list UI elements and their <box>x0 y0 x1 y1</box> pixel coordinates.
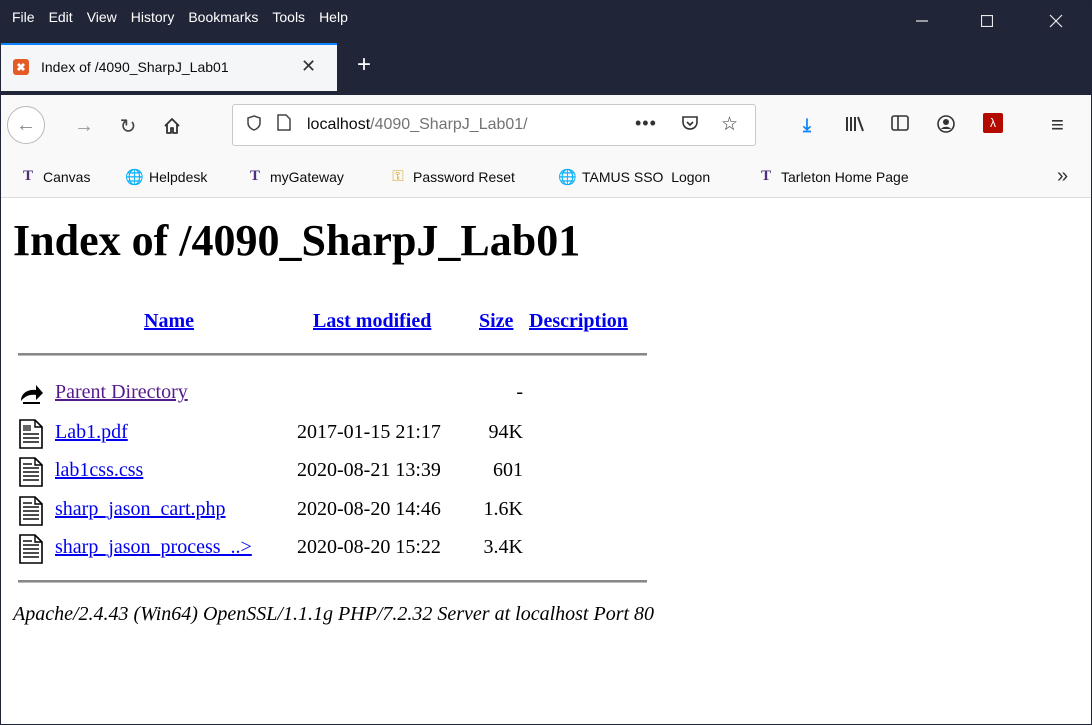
bookmark-label: Password Reset <box>413 168 515 185</box>
server-signature: Apache/2.4.43 (Win64) OpenSSL/1.1.1g PHP… <box>13 603 655 625</box>
menu-history[interactable]: History <box>124 9 182 25</box>
entry-link[interactable]: Lab1.pdf <box>55 421 128 444</box>
globe-icon: 🌐 <box>125 169 144 186</box>
bookmark-label: TAMUS SSO Logon <box>582 169 711 185</box>
column-header-last-modified[interactable]: Last modified <box>313 310 431 333</box>
menu-help[interactable]: Help <box>312 9 355 25</box>
bookmark-tamus-sso[interactable]: 🌐 TAMUS SSO Logon <box>558 168 710 186</box>
column-header-description[interactable]: Description <box>529 310 628 333</box>
tracking-protection-shield-icon[interactable] <box>247 115 261 136</box>
reload-icon: ↻ <box>119 115 137 138</box>
entry-size: 94K <box>488 421 523 443</box>
list-item: sharp_jason_cart.php 2020-08-20 14:46 1.… <box>1 493 701 529</box>
forward-button[interactable]: → <box>69 111 99 141</box>
maximize-icon <box>981 15 993 27</box>
bookmark-label: Canvas <box>43 168 91 185</box>
text-file-icon <box>19 496 43 526</box>
divider-bottom <box>18 580 647 583</box>
bookmark-password-reset[interactable]: ⚿ Password Reset <box>389 168 515 185</box>
back-arrow-icon: ← <box>16 113 36 136</box>
entry-date: 2020-08-20 14:46 <box>297 498 441 520</box>
new-tab-button[interactable]: + <box>357 51 371 79</box>
menu-tools[interactable]: Tools <box>265 9 312 25</box>
menu-bookmarks[interactable]: Bookmarks <box>181 9 265 25</box>
page-info-icon[interactable] <box>277 114 291 136</box>
entry-size: 3.4K <box>483 536 523 558</box>
url-bar[interactable]: localhost/4090_SharpJ_Lab01/ ••• ☆ <box>232 104 756 146</box>
tab-close-icon[interactable]: ✕ <box>301 56 316 77</box>
title-bar: File Edit View History Bookmarks Tools H… <box>1 1 1091 41</box>
bookmark-label: Helpdesk <box>149 169 208 185</box>
bookmarks-toolbar: T Canvas 🌐 Helpdesk T myGateway ⚿ Passwo… <box>1 157 1091 198</box>
forward-arrow-icon: → <box>74 114 94 137</box>
tab-active[interactable]: ✖ Index of /4090_SharpJ_Lab01 ✕ <box>1 43 337 91</box>
bookmark-tarleton-home[interactable]: T Tarleton Home Page <box>757 168 909 185</box>
maximize-button[interactable] <box>964 1 1010 41</box>
entry-link[interactable]: Parent Directory <box>55 381 188 404</box>
entry-link[interactable]: sharp_jason_process_..> <box>55 536 252 559</box>
back-arrow-icon <box>21 385 43 404</box>
list-item: Lab1.pdf 2017-01-15 21:17 94K <box>1 416 701 452</box>
tab-strip: ✖ Index of /4090_SharpJ_Lab01 ✕ + <box>1 41 1091 95</box>
divider-top <box>18 353 647 356</box>
home-icon <box>164 118 180 134</box>
bookmark-label: myGateway <box>270 168 344 185</box>
text-file-icon <box>19 457 43 487</box>
hamburger-menu-icon[interactable]: ≡ <box>1051 112 1064 138</box>
xampp-favicon-icon: ✖ <box>13 59 29 75</box>
minimize-icon <box>916 20 928 22</box>
account-icon[interactable] <box>937 115 955 138</box>
globe-icon: 🌐 <box>558 169 577 186</box>
navigation-toolbar: ← → ↻ localhost/4090_SharpJ_Lab01/ ••• ☆… <box>1 95 1091 157</box>
menu-view[interactable]: View <box>80 9 124 25</box>
column-header-name[interactable]: Name <box>144 310 194 333</box>
url-host: localhost <box>307 116 371 133</box>
back-button[interactable]: ← <box>7 106 45 144</box>
tarleton-icon: T <box>249 168 260 184</box>
reload-button[interactable]: ↻ <box>113 111 143 141</box>
bookmark-canvas[interactable]: T Canvas <box>19 168 90 185</box>
entry-date: 2020-08-20 15:22 <box>297 536 441 558</box>
list-item: sharp_jason_process_..> 2020-08-20 15:22… <box>1 531 701 567</box>
downloads-icon[interactable]: ⤓ <box>803 115 811 136</box>
menu-bar: File Edit View History Bookmarks Tools H… <box>5 9 355 25</box>
entry-link[interactable]: sharp_jason_cart.php <box>55 498 226 521</box>
minimize-button[interactable] <box>899 1 945 41</box>
entry-date: 2017-01-15 21:17 <box>297 421 441 443</box>
page-content: Index of /4090_SharpJ_Lab01 Name Last mo… <box>1 198 1091 724</box>
tarleton-icon: T <box>760 168 771 184</box>
text-file-icon <box>19 534 43 564</box>
layout-file-icon <box>19 419 43 449</box>
tarleton-icon: T <box>22 168 33 184</box>
list-item: Parent Directory - <box>1 376 701 412</box>
menu-file[interactable]: File <box>5 9 42 25</box>
bookmark-star-icon[interactable]: ☆ <box>721 113 738 136</box>
page-actions-more-icon[interactable]: ••• <box>635 113 657 134</box>
page-title: Index of /4090_SharpJ_Lab01 <box>13 216 581 265</box>
tab-title: Index of /4090_SharpJ_Lab01 <box>41 59 229 75</box>
url-text: localhost/4090_SharpJ_Lab01/ <box>307 116 528 134</box>
entry-date: 2020-08-21 13:39 <box>297 459 441 481</box>
bookmark-label: Tarleton Home Page <box>781 168 909 185</box>
bookmarks-overflow-chevron-icon[interactable]: » <box>1057 165 1068 188</box>
sidebar-icon[interactable] <box>891 115 909 136</box>
home-button[interactable] <box>157 111 187 141</box>
entry-size: 601 <box>493 459 523 481</box>
bookmark-mygateway[interactable]: T myGateway <box>246 168 344 185</box>
list-item: lab1css.css 2020-08-21 13:39 601 <box>1 454 701 490</box>
entry-size: 1.6K <box>483 498 523 520</box>
entry-link[interactable]: lab1css.css <box>55 459 143 482</box>
entry-size: - <box>516 381 523 403</box>
key-icon: ⚿ <box>392 168 404 185</box>
close-window-button[interactable] <box>1033 1 1079 41</box>
menu-edit[interactable]: Edit <box>42 9 80 25</box>
url-path: /4090_SharpJ_Lab01/ <box>370 116 528 133</box>
library-icon[interactable] <box>845 115 865 138</box>
pdf-addon-icon[interactable]: λ <box>983 113 1003 133</box>
close-icon <box>1049 14 1063 28</box>
browser-window: File Edit View History Bookmarks Tools H… <box>0 0 1092 725</box>
pocket-icon[interactable] <box>681 114 699 137</box>
bookmark-helpdesk[interactable]: 🌐 Helpdesk <box>125 168 207 186</box>
column-header-size[interactable]: Size <box>479 310 513 333</box>
